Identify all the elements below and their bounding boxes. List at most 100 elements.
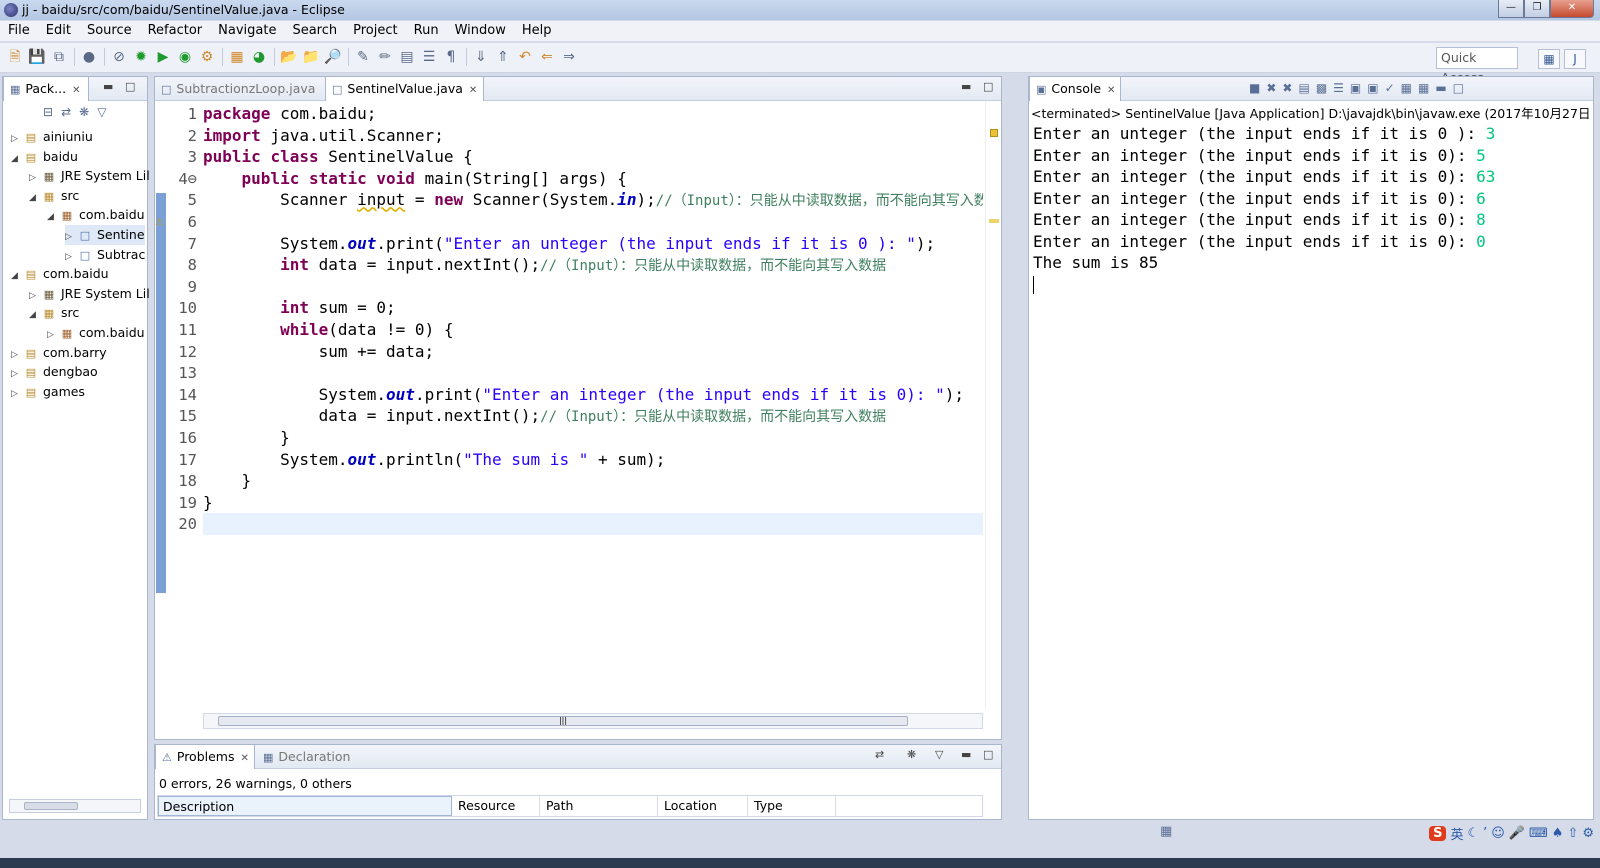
run-icon[interactable]: ▶ bbox=[154, 48, 172, 66]
clear-console-icon[interactable]: ▤ bbox=[1298, 81, 1309, 95]
open-console-icon[interactable]: ▦ bbox=[1418, 81, 1429, 95]
java-perspective-icon[interactable]: J bbox=[1564, 49, 1586, 69]
open-type-icon[interactable]: 📂 bbox=[280, 48, 298, 66]
menu-source[interactable]: Source bbox=[79, 21, 140, 41]
ime-voice-icon[interactable]: 🎤 bbox=[1509, 826, 1525, 841]
menu-search[interactable]: Search bbox=[284, 21, 345, 41]
code-line[interactable]: int data = input.nextInt();//（Input）：只能从… bbox=[203, 254, 886, 276]
column-type[interactable]: Type bbox=[750, 796, 836, 816]
code-area[interactable]: package com.baidu; import java.util.Scann… bbox=[203, 101, 983, 709]
tree-item[interactable]: ▷ □ Subtrac bbox=[65, 245, 145, 265]
code-line[interactable] bbox=[203, 513, 983, 536]
tree-item[interactable]: ◢ ▤ baidu bbox=[11, 147, 78, 167]
menu-refactor[interactable]: Refactor bbox=[140, 21, 211, 41]
warning-icon[interactable]: ⚠ bbox=[155, 217, 164, 228]
overview-warning-mark[interactable] bbox=[989, 219, 999, 223]
link-with-editor-icon[interactable]: ⇄ bbox=[61, 105, 71, 119]
ime-moon-icon[interactable]: ☾ bbox=[1467, 826, 1479, 841]
menu-file[interactable]: File bbox=[0, 21, 38, 41]
remove-all-icon[interactable]: ✖ bbox=[1282, 81, 1292, 95]
scroll-thumb[interactable] bbox=[24, 802, 78, 810]
close-tab-icon[interactable]: ✕ bbox=[1107, 85, 1115, 96]
tab-declaration[interactable]: ▦ Declaration bbox=[257, 745, 357, 769]
code-line[interactable]: data = input.nextInt();//（Input）：只能从中读取数… bbox=[203, 405, 887, 427]
tree-item[interactable]: ▷ □ Sentine bbox=[65, 225, 145, 245]
word-wrap-icon[interactable]: ☰ bbox=[1333, 81, 1344, 95]
tree-item[interactable]: ▷ ▦ JRE System Lil bbox=[29, 284, 150, 304]
expanded-triangle-icon[interactable]: ◢ bbox=[29, 188, 41, 208]
close-tab-icon[interactable]: ✕ bbox=[469, 85, 477, 96]
package-explorer-hscrollbar[interactable] bbox=[9, 799, 141, 813]
column-path[interactable]: Path bbox=[542, 796, 658, 816]
maximize-view-icon[interactable]: □ bbox=[983, 748, 993, 761]
tree-item[interactable]: ◢ ▦ com.baidu bbox=[47, 205, 145, 225]
column-description[interactable]: Description bbox=[158, 796, 452, 816]
tree-item[interactable]: ▷ ▤ dengbao bbox=[11, 362, 98, 382]
tree-item[interactable]: ▷ ▤ com.barry bbox=[11, 343, 107, 363]
show-whitespace-icon[interactable]: ¶ bbox=[442, 48, 460, 66]
focus-icon[interactable]: ❋ bbox=[79, 105, 89, 119]
open-perspective-icon[interactable]: ▦ bbox=[1538, 49, 1560, 69]
minimize-view-icon[interactable]: ▬ bbox=[103, 80, 113, 93]
filter-icon[interactable]: ⇄ bbox=[875, 748, 884, 761]
tree-item[interactable]: ◢ ▤ com.baidu bbox=[11, 264, 109, 284]
open-task-icon[interactable]: 📁 bbox=[302, 48, 320, 66]
new-java-package-icon[interactable]: ▦ bbox=[228, 48, 246, 66]
terminate-icon[interactable]: ■ bbox=[1249, 81, 1260, 95]
code-line[interactable]: public static void main(String[] args) { bbox=[203, 168, 627, 190]
tab-editor-file[interactable]: □ SentinelValue.java ✕ bbox=[325, 77, 485, 101]
tab-package-explorer[interactable]: ▦ Pack... ✕ bbox=[3, 77, 89, 101]
view-menu-icon[interactable]: ▽ bbox=[935, 748, 943, 761]
overview-warning-icon[interactable] bbox=[990, 129, 998, 137]
scroll-lock-icon[interactable]: ▩ bbox=[1316, 81, 1327, 95]
code-line[interactable]: sum += data; bbox=[203, 341, 435, 363]
save-all-icon[interactable]: ⧉ bbox=[50, 48, 68, 66]
mark-occurrences-icon[interactable]: ✏ bbox=[376, 48, 394, 66]
next-annotation-icon[interactable]: ⇓ bbox=[472, 48, 490, 66]
block-selection-icon[interactable]: ▤ bbox=[398, 48, 416, 66]
annotation-icon[interactable]: ✎ bbox=[354, 48, 372, 66]
debug-icon[interactable]: ✹ bbox=[132, 48, 150, 66]
back-icon[interactable]: ⇐ bbox=[538, 48, 556, 66]
maximize-view-icon[interactable]: □ bbox=[125, 80, 135, 93]
code-line[interactable]: import java.util.Scanner; bbox=[203, 125, 444, 147]
menu-window[interactable]: Window bbox=[447, 21, 514, 41]
previous-annotation-icon[interactable]: ⇑ bbox=[494, 48, 512, 66]
code-line[interactable]: System.out.println("The sum is " + sum); bbox=[203, 449, 665, 471]
expanded-triangle-icon[interactable]: ◢ bbox=[11, 149, 23, 169]
code-line[interactable]: package com.baidu; bbox=[203, 103, 376, 125]
tab-problems[interactable]: ⚠ Problems ✕ bbox=[155, 745, 255, 769]
minimize-view-icon[interactable]: ▬ bbox=[961, 80, 971, 93]
menu-help[interactable]: Help bbox=[514, 21, 560, 41]
save-icon[interactable]: 💾 bbox=[28, 48, 46, 66]
focus-icon[interactable]: ❋ bbox=[907, 748, 916, 761]
console-output[interactable]: Enter an unteger (the input ends if it i… bbox=[1033, 123, 1575, 789]
menu-project[interactable]: Project bbox=[345, 21, 405, 41]
minimize-view-icon[interactable]: ▬ bbox=[1435, 81, 1446, 95]
ime-language[interactable]: 英 bbox=[1450, 824, 1463, 843]
external-tools-icon[interactable]: ⚙ bbox=[198, 48, 216, 66]
editor-vscrollbar[interactable] bbox=[985, 101, 1001, 709]
show-on-output-icon[interactable]: ▣ bbox=[1350, 81, 1361, 95]
pin-console-icon[interactable]: ✓ bbox=[1385, 81, 1395, 95]
new-java-class-icon[interactable]: ◕ bbox=[250, 48, 268, 66]
coverage-icon[interactable]: ◉ bbox=[176, 48, 194, 66]
code-line[interactable]: System.out.print("Enter an unteger (the … bbox=[203, 233, 935, 255]
code-line[interactable]: } bbox=[203, 427, 290, 449]
code-line[interactable]: System.out.print("Enter an integer (the … bbox=[203, 384, 964, 406]
forward-icon[interactable]: ⇒ bbox=[560, 48, 578, 66]
ime-punctuation-icon[interactable]: ’ bbox=[1483, 826, 1487, 841]
last-edit-location-icon[interactable]: ↶ bbox=[516, 48, 534, 66]
publish-icon[interactable]: ● bbox=[80, 48, 98, 66]
tab-console[interactable]: ▣ Console ✕ bbox=[1029, 77, 1121, 101]
menu-navigate[interactable]: Navigate bbox=[210, 21, 284, 41]
scroll-thumb[interactable]: ||| bbox=[218, 716, 908, 726]
ime-keyboard-icon[interactable]: ⌨ bbox=[1529, 826, 1548, 841]
column-resource[interactable]: Resource bbox=[454, 796, 540, 816]
collapse-all-icon[interactable]: ⊟ bbox=[43, 105, 53, 119]
expanded-triangle-icon[interactable]: ◢ bbox=[47, 207, 59, 227]
close-tab-icon[interactable]: ✕ bbox=[241, 753, 249, 764]
ime-emoji-icon[interactable]: ☺ bbox=[1491, 826, 1505, 841]
close-tab-icon[interactable]: ✕ bbox=[72, 85, 80, 96]
quick-access-field[interactable]: Quick Access bbox=[1436, 47, 1518, 85]
